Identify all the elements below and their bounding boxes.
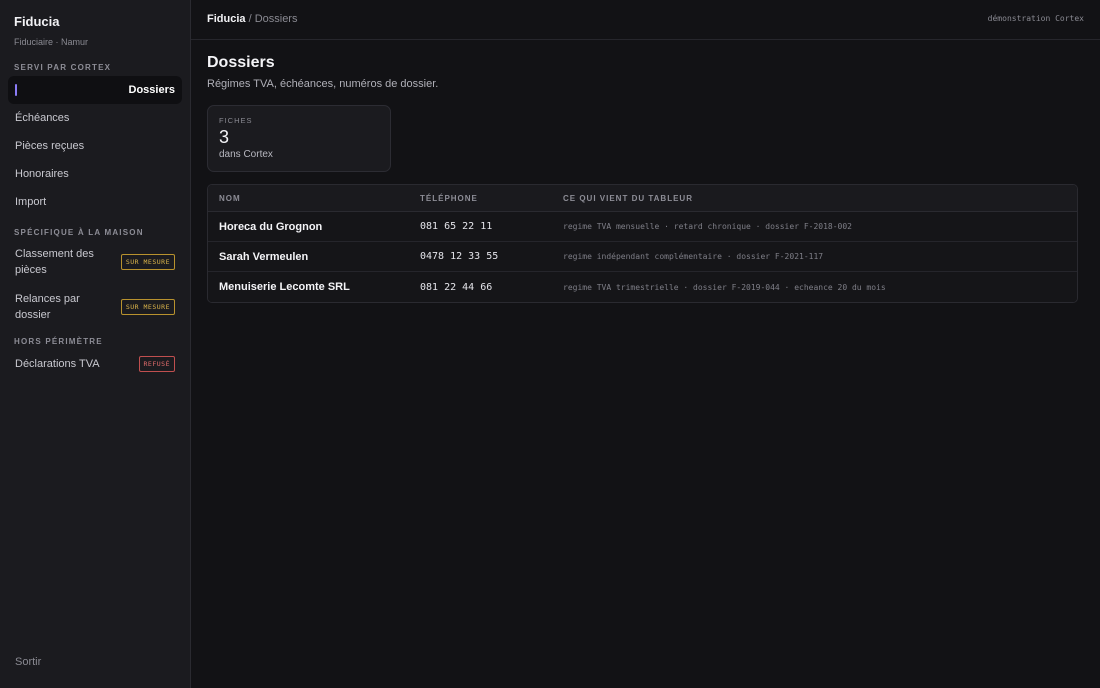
sidebar-item-echeances[interactable]: Échéances xyxy=(8,104,182,132)
table-row[interactable]: Horeca du Grognon 081 65 22 11 regime TV… xyxy=(208,212,1077,242)
brand: Fiducia Fiduciaire · Namur xyxy=(8,0,182,47)
logout-link[interactable]: Sortir xyxy=(15,656,41,668)
cell-info: regime indépendant complémentaire · doss… xyxy=(563,252,824,261)
cell-info: regime TVA mensuelle · retard chronique … xyxy=(563,222,852,231)
sidebar-item-label: Relances par dossier xyxy=(15,293,80,321)
sidebar-item-label: Déclarations TVA xyxy=(15,358,100,370)
refused-badge: REFUSÉ xyxy=(138,356,175,372)
sidebar-item-relances[interactable]: Relances par dossier SUR MESURE xyxy=(8,287,182,327)
sidebar-item-label: Dossiers xyxy=(128,84,175,96)
page-title: Dossiers xyxy=(207,54,275,71)
active-indicator xyxy=(15,84,17,96)
custom-badge: SUR MESURE xyxy=(120,254,175,270)
cell-phone: 0478 12 33 55 xyxy=(420,251,499,262)
content: Dossiers Régimes TVA, échéances, numéros… xyxy=(191,40,1100,303)
table-row[interactable]: Sarah Vermeulen 0478 12 33 55 regime ind… xyxy=(208,242,1077,272)
breadcrumb-current: Dossiers xyxy=(254,12,298,25)
custom-badge: SUR MESURE xyxy=(120,299,175,315)
cell-info: regime TVA trimestrielle · dossier F-201… xyxy=(563,282,886,292)
column-header-nom: NOM xyxy=(219,193,241,203)
sidebar-item-label: Classement des pièces xyxy=(15,248,94,276)
sidebar-item-declarations-tva[interactable]: Déclarations TVA REFUSÉ xyxy=(8,350,182,378)
section-title-servi: SERVI PAR CORTEX xyxy=(14,63,112,72)
breadcrumb-home[interactable]: Fiducia xyxy=(207,13,246,25)
stat-label: FICHES xyxy=(219,116,253,125)
page-subtitle: Régimes TVA, échéances, numéros de dossi… xyxy=(207,78,439,90)
cell-phone: 081 22 44 66 xyxy=(420,281,493,293)
sidebar-item-label: Pièces reçues xyxy=(15,140,85,152)
section-title-hors-perimetre: HORS PÉRIMÈTRE xyxy=(14,337,103,346)
sidebar-item-label: Honoraires xyxy=(15,168,69,180)
column-header-tableur: CE QUI VIENT DU TABLEUR xyxy=(563,193,693,203)
sidebar-item-label: Import xyxy=(15,196,47,208)
sidebar-item-pieces-recues[interactable]: Pièces reçues xyxy=(8,132,182,160)
breadcrumb: Fiducia / Dossiers xyxy=(207,13,297,25)
sidebar-item-classement[interactable]: Classement des pièces SUR MESURE xyxy=(8,242,182,282)
sidebar-item-dossiers[interactable]: Dossiers xyxy=(8,76,182,104)
demo-label: démonstration Cortex xyxy=(987,14,1084,23)
sidebar-item-honoraires[interactable]: Honoraires xyxy=(8,160,182,188)
sidebar: Fiducia Fiduciaire · Namur SERVI PAR COR… xyxy=(0,0,191,688)
app-window: Fiducia Fiduciaire · Namur SERVI PAR COR… xyxy=(0,0,1100,688)
topbar: Fiducia / Dossiers démonstration Cortex xyxy=(191,0,1100,40)
sidebar-item-label: Échéances xyxy=(15,112,70,124)
brand-subtitle: Fiduciaire · Namur xyxy=(14,37,89,47)
dossiers-table: NOM TÉLÉPHONE CE QUI VIENT DU TABLEUR Ho… xyxy=(207,184,1078,303)
section-title-specifique: SPÉCIFIQUE À LA MAISON xyxy=(14,228,144,237)
main-area: Fiducia / Dossiers démonstration Cortex … xyxy=(191,0,1100,688)
stat-note: dans Cortex xyxy=(219,149,273,160)
breadcrumb-separator: / xyxy=(245,12,255,25)
cell-phone: 081 65 22 11 xyxy=(420,221,493,232)
cell-name: Menuiserie Lecomte SRL xyxy=(219,281,350,293)
column-header-telephone: TÉLÉPHONE xyxy=(420,193,478,203)
table-header: NOM TÉLÉPHONE CE QUI VIENT DU TABLEUR xyxy=(208,185,1077,212)
brand-name: Fiducia xyxy=(14,14,60,29)
sidebar-item-import[interactable]: Import xyxy=(8,188,182,216)
cell-name: Sarah Vermeulen xyxy=(219,250,309,263)
cell-name: Horeca du Grognon xyxy=(219,220,323,233)
table-row[interactable]: Menuiserie Lecomte SRL 081 22 44 66 regi… xyxy=(208,272,1077,302)
stat-value: 3 xyxy=(219,127,230,147)
stat-card: FICHES 3 dans Cortex xyxy=(207,105,391,172)
